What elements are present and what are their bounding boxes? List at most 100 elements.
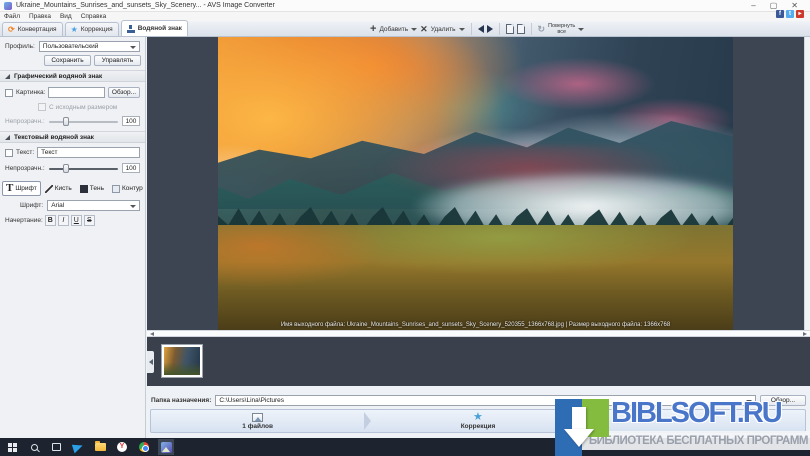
yandex-icon: Y <box>117 442 127 452</box>
biblsoft-watermark: БИБЛИОТЕКА БЕСПЛАТНЫХ ПРОГРАММ BIBLSOFT.… <box>555 395 810 456</box>
taskbar-search-button[interactable] <box>26 439 42 455</box>
step-correction-label: Коррекция <box>461 423 496 430</box>
facebook-icon[interactable]: f <box>776 10 784 18</box>
strikethrough-button[interactable]: S <box>84 215 95 226</box>
thumbnail-item[interactable] <box>161 344 203 378</box>
save-profile-button[interactable]: Сохранить <box>44 55 91 66</box>
remove-icon[interactable]: ✕ <box>420 24 428 35</box>
italic-button[interactable]: I <box>58 215 69 226</box>
bold-button[interactable]: B <box>45 215 56 226</box>
avs-converter-taskbar-button[interactable] <box>158 439 174 455</box>
file-explorer-button[interactable] <box>92 439 108 455</box>
remove-caret-icon[interactable] <box>459 28 465 31</box>
step-correction-button[interactable]: ★ Коррекция <box>371 410 584 432</box>
original-size-checkbox[interactable] <box>38 103 46 111</box>
output-file-caption: Имя выходного файла: Ukraine_Mountains_S… <box>218 322 733 328</box>
previous-image-icon[interactable] <box>478 25 484 33</box>
download-logo-icon <box>555 399 609 456</box>
minimize-icon[interactable]: – <box>751 1 755 11</box>
graphic-section-title: Графический водяной знак <box>14 73 102 80</box>
chrome-icon <box>139 442 149 452</box>
slider-thumb[interactable] <box>63 164 69 173</box>
font-label: Шрифт: <box>20 202 43 209</box>
text-checkbox[interactable] <box>5 149 13 157</box>
manage-profile-button[interactable]: Управлять <box>94 55 141 66</box>
vertical-scrollbar[interactable] <box>804 37 810 330</box>
shadow-toggle-button[interactable]: Тень <box>76 181 108 196</box>
watermark-title: BIBLSOFT.RU <box>611 397 781 430</box>
toolbar-divider <box>531 23 532 35</box>
outline-icon <box>112 185 120 193</box>
tab-correction[interactable]: ★ Коррекция <box>65 22 119 36</box>
taskbar-app-blue[interactable] <box>70 439 86 455</box>
add-button[interactable]: Добавить <box>379 26 408 33</box>
slider-track <box>49 121 118 123</box>
collapse-triangle-icon <box>5 74 10 79</box>
slider-track <box>49 168 118 170</box>
font-toggle-button[interactable]: T Шрифт <box>2 181 41 196</box>
tab-conversion[interactable]: ⟳ Конвертация <box>2 22 63 36</box>
opacity-text-value[interactable]: 100 <box>122 163 140 173</box>
outline-toggle-button[interactable]: Контур <box>108 181 147 196</box>
scroll-right-icon[interactable] <box>803 332 807 336</box>
close-icon[interactable]: ✕ <box>791 1 798 11</box>
opacity-text-label: Непрозрачн.: <box>5 165 45 172</box>
profile-select[interactable]: Пользовательский <box>39 41 140 52</box>
text-section-title: Текстовый водяной знак <box>14 134 94 141</box>
task-view-button[interactable] <box>48 439 64 455</box>
brush-toggle-button[interactable]: Кисть <box>41 181 76 196</box>
rotate-left-icon[interactable] <box>506 24 514 34</box>
text-input[interactable]: Текст <box>37 147 140 158</box>
start-button[interactable] <box>4 439 20 455</box>
reset-rotation-icon[interactable]: ↻ <box>538 24 546 35</box>
underline-button[interactable]: U <box>71 215 82 226</box>
rotate-all-caret-icon[interactable] <box>578 28 584 31</box>
menu-help[interactable]: Справка <box>81 13 107 20</box>
stamp-icon <box>127 25 135 33</box>
folder-icon <box>95 443 106 451</box>
youtube-icon[interactable]: ▸ <box>796 10 804 18</box>
shadow-toggle-label: Тень <box>90 185 104 192</box>
scroll-left-icon[interactable] <box>150 332 154 336</box>
graphic-watermark-section[interactable]: Графический водяной знак <box>0 70 145 82</box>
brush-icon <box>45 185 53 193</box>
preview-image: Имя выходного файла: Ukraine_Mountains_S… <box>218 37 733 330</box>
meadow <box>218 225 733 330</box>
destination-label: Папка назначения: <box>151 397 211 404</box>
opacity-text-slider[interactable] <box>49 164 118 173</box>
horizontal-scrollbar[interactable] <box>147 330 810 337</box>
chrome-button[interactable] <box>136 439 152 455</box>
text-watermark-section[interactable]: Текстовый водяной знак <box>0 131 145 143</box>
add-caret-icon[interactable] <box>411 28 417 31</box>
font-value: Arial <box>51 202 64 209</box>
next-image-icon[interactable] <box>487 25 493 33</box>
filmstrip <box>147 337 810 386</box>
rotate-all-button[interactable]: Повернуть все <box>548 23 575 35</box>
picture-browse-button[interactable]: Обзор... <box>108 87 140 98</box>
slider-thumb[interactable] <box>63 117 69 126</box>
remove-button[interactable]: Удалить <box>431 26 456 33</box>
tab-correction-label: Коррекция <box>81 26 113 33</box>
picture-checkbox[interactable] <box>5 89 13 97</box>
menu-file[interactable]: Файл <box>4 13 20 20</box>
maximize-icon[interactable]: ▢ <box>770 1 778 11</box>
twitter-icon[interactable]: t <box>786 10 794 18</box>
search-icon <box>31 444 38 451</box>
shadow-icon <box>80 185 88 193</box>
menu-view[interactable]: Вид <box>60 13 72 20</box>
filmstrip-collapse-handle[interactable] <box>147 351 154 373</box>
font-select[interactable]: Arial <box>47 200 140 211</box>
menu-edit[interactable]: Правка <box>29 13 51 20</box>
opacity-graphic-slider[interactable] <box>49 117 118 126</box>
picture-path-input[interactable] <box>48 87 105 98</box>
add-icon[interactable]: + <box>370 24 376 34</box>
tab-watermark[interactable]: Водяной знак <box>121 20 188 36</box>
app-icon <box>4 2 12 10</box>
text-label: Текст: <box>16 149 34 156</box>
opacity-graphic-value[interactable]: 100 <box>122 116 140 126</box>
yandex-browser-button[interactable]: Y <box>114 439 130 455</box>
step-files-label: 1 файлов <box>242 423 273 430</box>
step-files-button[interactable]: 1 файлов <box>151 410 364 432</box>
rotate-right-icon[interactable] <box>517 24 525 34</box>
main-toolbar: + Добавить ✕ Удалить ↻ Повернуть все <box>370 21 584 37</box>
